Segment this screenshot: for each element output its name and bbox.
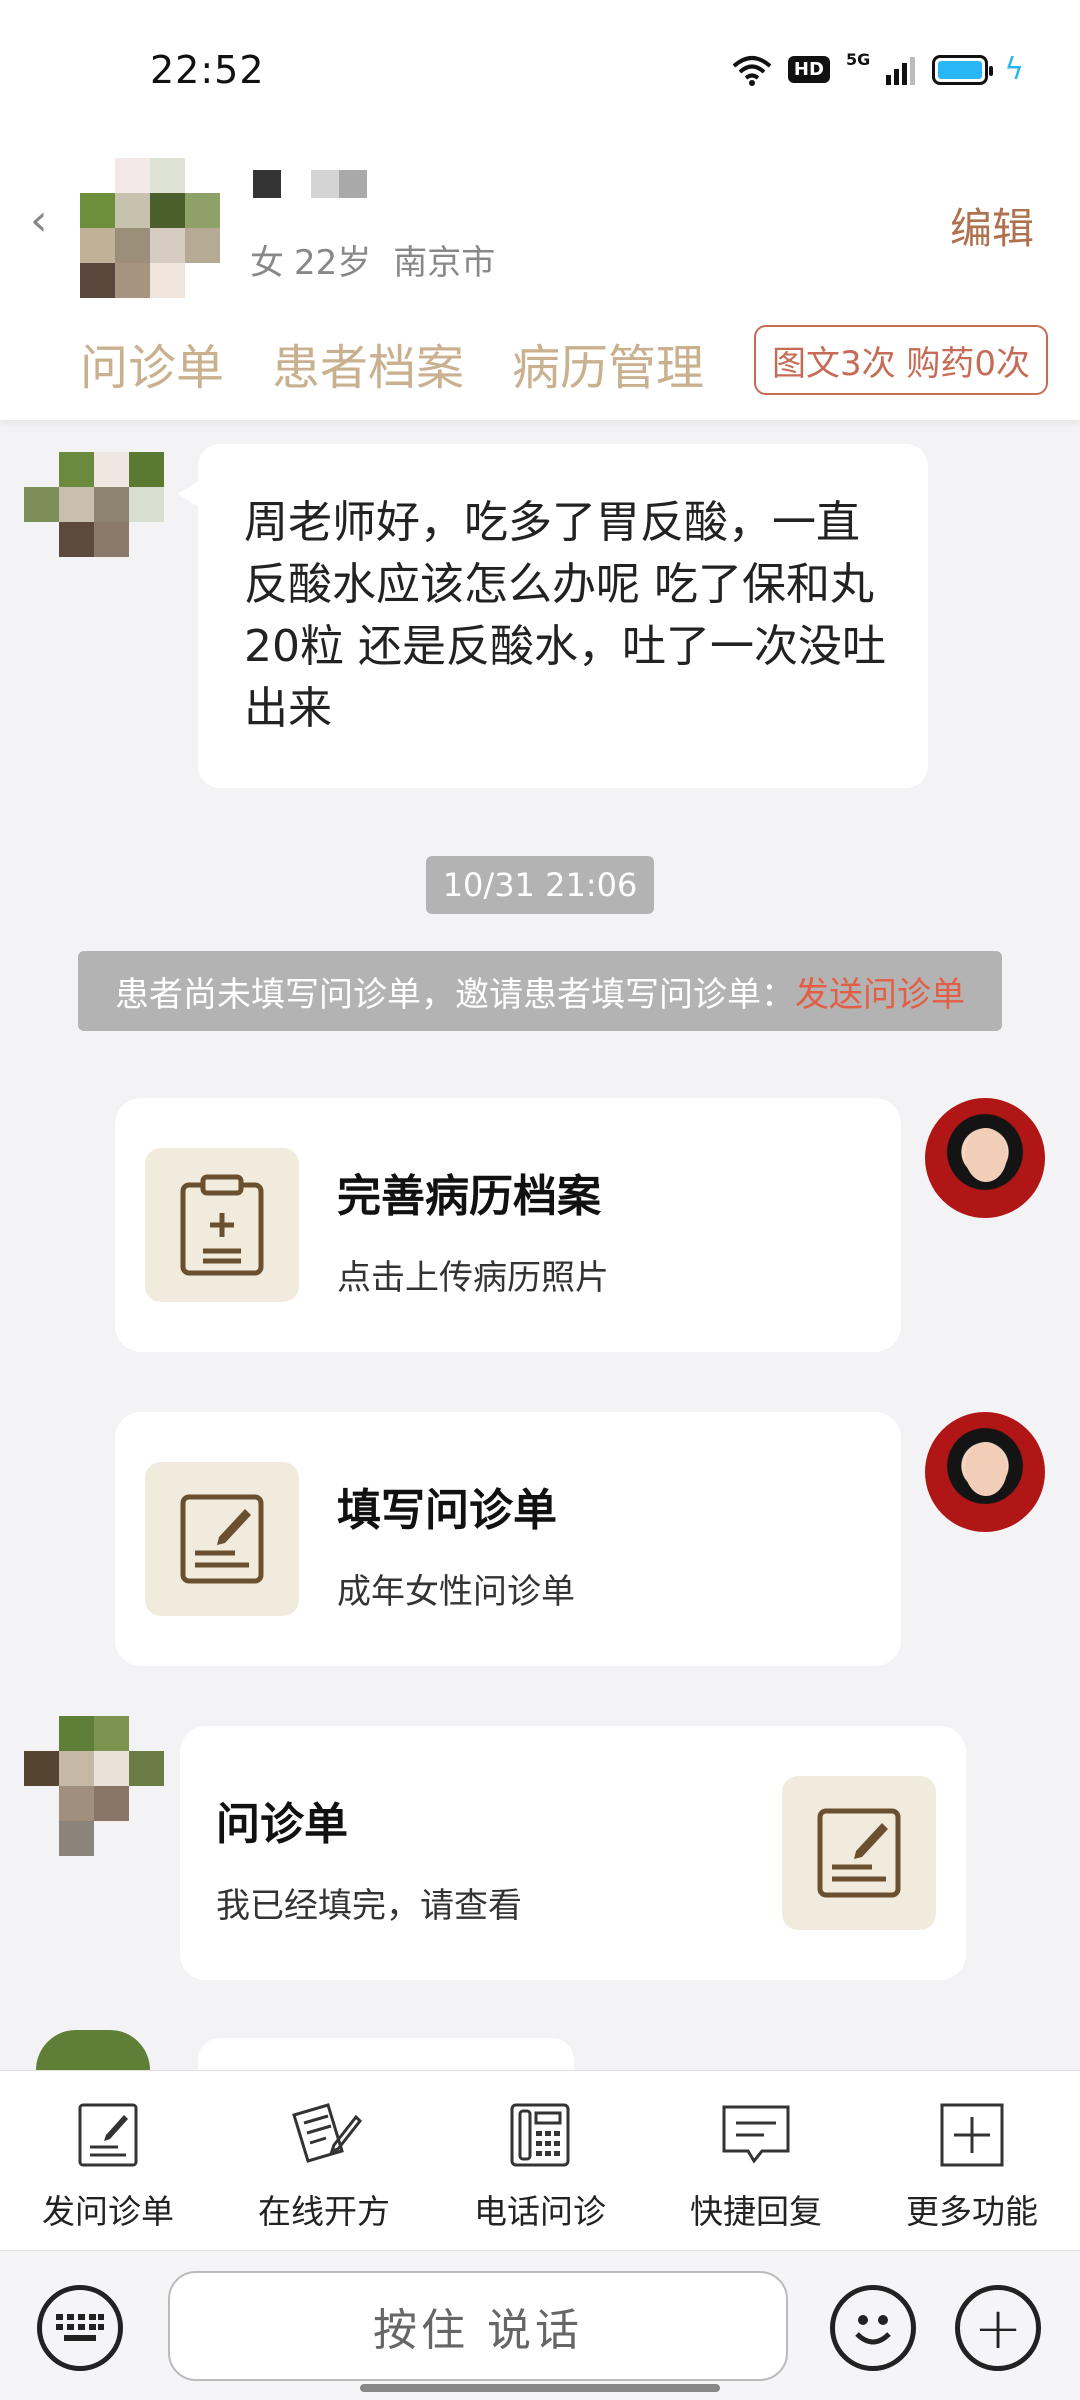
send-form-link[interactable]: 发送问诊单 [795,967,965,1016]
clipboard-plus-icon [145,1148,299,1302]
back-icon[interactable]: ‹ [30,195,70,255]
more-functions-button[interactable]: 更多功能 [864,2071,1080,2250]
online-prescription-button[interactable]: 在线开方 [216,2071,432,2250]
patient-chat-avatar[interactable] [24,1716,164,1856]
signal-icon [886,56,916,85]
plus-icon[interactable]: + [955,2285,1041,2371]
home-indicator[interactable] [360,2384,720,2392]
patient-avatar[interactable] [80,158,220,298]
tool-label: 在线开方 [258,2192,390,2231]
tool-label: 发问诊单 [42,2192,174,2231]
tool-label: 更多功能 [906,2192,1038,2231]
tab-patient-profile[interactable]: 患者档案 [272,328,464,398]
patient-chat-avatar[interactable] [24,452,164,592]
doctor-avatar[interactable] [925,1098,1045,1218]
tab-consultation-form[interactable]: 问诊单 [80,328,224,398]
doctor-avatar[interactable] [925,1412,1045,1532]
wifi-icon [732,55,772,86]
battery-icon [932,54,994,85]
patient-city: 南京市 [393,243,496,283]
quick-reply-button[interactable]: 快捷回复 [648,2071,864,2250]
card-title: 问诊单 [216,1799,348,1850]
action-toolbar: 发问诊单 在线开方 电话问诊 快捷回复 更多功能 [0,2070,1080,2250]
message-timestamp: 10/31 21:06 [426,856,654,914]
header-tabs: 问诊单 患者档案 病历管理 [80,328,704,398]
patient-name-masked [253,170,367,198]
patient-age: 22岁 [294,243,372,283]
phone-consultation-button[interactable]: 电话问诊 [432,2071,648,2250]
card-subtitle: 点击上传病历照片 [337,1258,609,1298]
card-complete-records[interactable]: 完善病历档案 点击上传病历照片 [115,1098,901,1352]
tool-label: 电话问诊 [474,2192,606,2231]
keyboard-icon[interactable] [37,2285,123,2371]
charging-icon: ϟ [1004,52,1024,87]
card-form-reply[interactable]: 问诊单 我已经填完，请查看 [180,1726,966,1980]
network-label: 5G [845,50,871,69]
card-title: 填写问诊单 [337,1485,557,1536]
patient-message-text: 周老师好，吃多了胃反酸，一直反酸水应该怎么办呢 吃了保和丸20粒 还是反酸水，吐… [244,497,886,734]
emoji-icon[interactable] [830,2285,916,2371]
status-bar: 22:52 HD 5G ϟ [0,0,1080,140]
card-subtitle: 成年女性问诊单 [337,1572,575,1612]
patient-chat-avatar[interactable] [36,2030,150,2070]
form-icon [78,2103,138,2167]
form-edit-icon [145,1462,299,1616]
patient-message-bubble[interactable]: 周老师好，吃多了胃反酸，一直反酸水应该怎么办呢 吃了保和丸20粒 还是反酸水，吐… [178,444,928,788]
system-notice-text: 患者尚未填写问诊单，邀请患者填写问诊单： [115,974,795,1015]
send-form-button[interactable]: 发问诊单 [0,2071,216,2250]
card-title: 完善病历档案 [337,1171,601,1222]
status-icons: HD 5G ϟ [732,50,1024,87]
patient-header: ‹ 女 22岁 南京市 编辑 问诊单 患者档案 病历管理 图文3次 购药0次 [0,140,1080,420]
tool-label: 快捷回复 [690,2192,822,2231]
quick-reply-icon [722,2105,790,2164]
system-notice: 患者尚未填写问诊单，邀请患者填写问诊单： 发送问诊单 [78,951,1002,1031]
patient-gender: 女 [250,243,284,283]
edit-button[interactable]: 编辑 [950,195,1034,256]
usage-badge: 图文3次 购药0次 [754,325,1048,395]
input-bar: 按住 说话 + [0,2250,1080,2400]
tab-medical-records[interactable]: 病历管理 [512,328,704,398]
hd-badge: HD [787,56,830,83]
patient-info: 女 22岁 南京市 [250,235,495,284]
prescription-icon [292,2103,363,2163]
phone-icon [510,2103,570,2167]
more-icon [940,2103,1004,2167]
status-time: 22:52 [150,48,265,92]
card-fill-form[interactable]: 填写问诊单 成年女性问诊单 [115,1412,901,1666]
hold-to-talk-button[interactable]: 按住 说话 [168,2271,788,2381]
form-edit-icon [782,1776,936,1930]
card-subtitle: 我已经填完，请查看 [216,1886,522,1926]
